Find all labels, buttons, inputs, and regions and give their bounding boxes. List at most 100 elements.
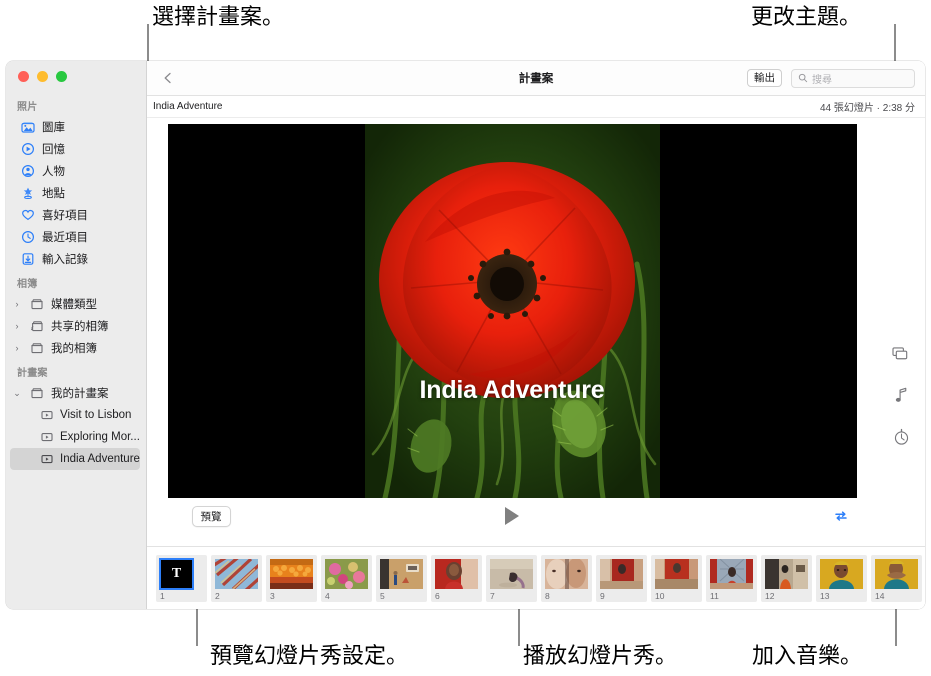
- stage: India Adventure 預覽: [147, 118, 925, 546]
- thumb-image: [380, 559, 423, 589]
- slide-preview[interactable]: India Adventure: [168, 124, 857, 498]
- sidebar-item-exploring-morocco[interactable]: Exploring Mor...: [6, 426, 146, 448]
- sidebar-item-label: 輸入記錄: [42, 251, 88, 267]
- sidebar-item-my-albums[interactable]: › 我的相簿: [6, 337, 146, 359]
- thumb-image: [875, 559, 918, 589]
- title-slide-thumb: T: [160, 559, 193, 589]
- thumb-number: 12: [765, 589, 808, 601]
- sidebar-item-label: 地點: [42, 185, 65, 201]
- filmstrip[interactable]: T 1 2 3 4 5: [147, 546, 925, 609]
- preview-button[interactable]: 預覽: [192, 506, 231, 527]
- thumb-number: 8: [545, 589, 588, 601]
- sidebar-item-label: 我的計畫案: [51, 385, 109, 401]
- sidebar-item-imports[interactable]: 輸入記錄: [6, 248, 146, 270]
- sidebar-item-label: 最近項目: [42, 229, 88, 245]
- filmstrip-thumbnails: T 1 2 3 4 5: [156, 555, 884, 602]
- toolbar-right-group: 輸出 搜尋: [747, 69, 915, 88]
- search-icon: [798, 73, 808, 83]
- thumb-number: 1: [160, 589, 203, 601]
- thumb-number: 14: [875, 589, 918, 601]
- inspector-rail: [877, 118, 925, 546]
- stopwatch-icon[interactable]: [893, 428, 910, 446]
- back-button[interactable]: [157, 67, 179, 89]
- sidebar-item-visit-to-lisbon[interactable]: Visit to Lisbon: [6, 404, 146, 426]
- sidebar-item-memories[interactable]: 回憶: [6, 138, 146, 160]
- memories-icon: [20, 142, 35, 157]
- thumb-number: 10: [655, 589, 698, 601]
- filmstrip-thumb-8[interactable]: 8: [541, 555, 592, 602]
- thumb-image: [710, 559, 753, 589]
- close-button[interactable]: [18, 71, 29, 82]
- sidebar-item-label: India Adventure: [60, 453, 140, 465]
- sidebar-item-india-adventure[interactable]: India Adventure: [10, 448, 140, 470]
- filmstrip-thumb-10[interactable]: 10: [651, 555, 702, 602]
- thumb-image: [215, 559, 258, 589]
- window-traffic-lights: [6, 61, 146, 91]
- sidebar-item-favorites[interactable]: 喜好項目: [6, 204, 146, 226]
- sidebar-item-label: 媒體類型: [51, 296, 97, 312]
- filmstrip-thumb-1[interactable]: T 1: [156, 555, 207, 602]
- callout-play-slideshow: 播放幻燈片秀。: [523, 645, 677, 667]
- callout-add-music: 加入音樂。: [752, 645, 862, 667]
- sidebar-item-label: 共享的相簿: [51, 318, 109, 334]
- thumb-image: [655, 559, 698, 589]
- chevron-down-icon[interactable]: ⌄: [12, 388, 22, 399]
- sidebar-scroll: 照片 圖庫 回憶 人物 地點 喜好項目: [6, 91, 146, 609]
- sidebar-item-shared-albums[interactable]: › 共享的相簿: [6, 315, 146, 337]
- filmstrip-thumb-12[interactable]: 12: [761, 555, 812, 602]
- filmstrip-thumb-9[interactable]: 9: [596, 555, 647, 602]
- thumb-number: 5: [380, 589, 423, 601]
- loop-button[interactable]: [833, 508, 849, 524]
- filmstrip-thumb-5[interactable]: 5: [376, 555, 427, 602]
- music-note-icon[interactable]: [894, 387, 909, 404]
- filmstrip-thumb-14[interactable]: 14: [871, 555, 922, 602]
- project-meta: 44 張幻燈片 · 2:38 分: [820, 99, 915, 114]
- thumb-number: 11: [710, 589, 753, 601]
- sidebar-item-library[interactable]: 圖庫: [6, 116, 146, 138]
- search-placeholder: 搜尋: [812, 71, 832, 86]
- sidebar-item-media-types[interactable]: › 媒體類型: [6, 293, 146, 315]
- search-input[interactable]: 搜尋: [791, 69, 915, 88]
- zoom-button[interactable]: [56, 71, 67, 82]
- sidebar-item-places[interactable]: 地點: [6, 182, 146, 204]
- thumb-number: 2: [215, 589, 258, 601]
- filmstrip-thumb-6[interactable]: 6: [431, 555, 482, 602]
- chevron-right-icon[interactable]: ›: [12, 321, 22, 331]
- shared-folder-icon: [29, 319, 44, 334]
- project-name: India Adventure: [153, 101, 223, 112]
- filmstrip-thumb-7[interactable]: 7: [486, 555, 537, 602]
- filmstrip-thumb-4[interactable]: 4: [321, 555, 372, 602]
- sidebar-item-label: 圖庫: [42, 119, 65, 135]
- callout-change-theme: 更改主題。: [751, 6, 861, 28]
- theme-icon[interactable]: [892, 346, 911, 363]
- sidebar: 照片 圖庫 回憶 人物 地點 喜好項目: [6, 61, 147, 609]
- chevron-right-icon[interactable]: ›: [12, 299, 22, 309]
- thumb-number: 3: [270, 589, 313, 601]
- import-icon: [20, 252, 35, 267]
- filmstrip-thumb-3[interactable]: 3: [266, 555, 317, 602]
- thumb-number: 6: [435, 589, 478, 601]
- sidebar-item-label: 我的相簿: [51, 340, 97, 356]
- folder-icon: [29, 297, 44, 312]
- thumb-number: 13: [820, 589, 863, 601]
- sidebar-item-label: Visit to Lisbon: [60, 409, 131, 421]
- sidebar-item-label: 人物: [42, 163, 65, 179]
- sidebar-item-recents[interactable]: 最近項目: [6, 226, 146, 248]
- thumb-number: 7: [490, 589, 533, 601]
- sidebar-item-people[interactable]: 人物: [6, 160, 146, 182]
- chevron-right-icon[interactable]: ›: [12, 343, 22, 353]
- thumb-number: 9: [600, 589, 643, 601]
- library-icon: [20, 120, 35, 135]
- heart-icon: [20, 208, 35, 223]
- folder-icon: [29, 341, 44, 356]
- export-button[interactable]: 輸出: [747, 69, 782, 88]
- filmstrip-thumb-13[interactable]: 13: [816, 555, 867, 602]
- places-icon: [20, 186, 35, 201]
- sidebar-item-my-projects[interactable]: ⌄ 我的計畫案: [6, 382, 146, 404]
- filmstrip-thumb-2[interactable]: 2: [211, 555, 262, 602]
- thumb-image: [600, 559, 643, 589]
- callout-preview-settings: 預覽幻燈片秀設定。: [210, 645, 408, 667]
- play-button[interactable]: [505, 507, 519, 525]
- minimize-button[interactable]: [37, 71, 48, 82]
- filmstrip-thumb-11[interactable]: 11: [706, 555, 757, 602]
